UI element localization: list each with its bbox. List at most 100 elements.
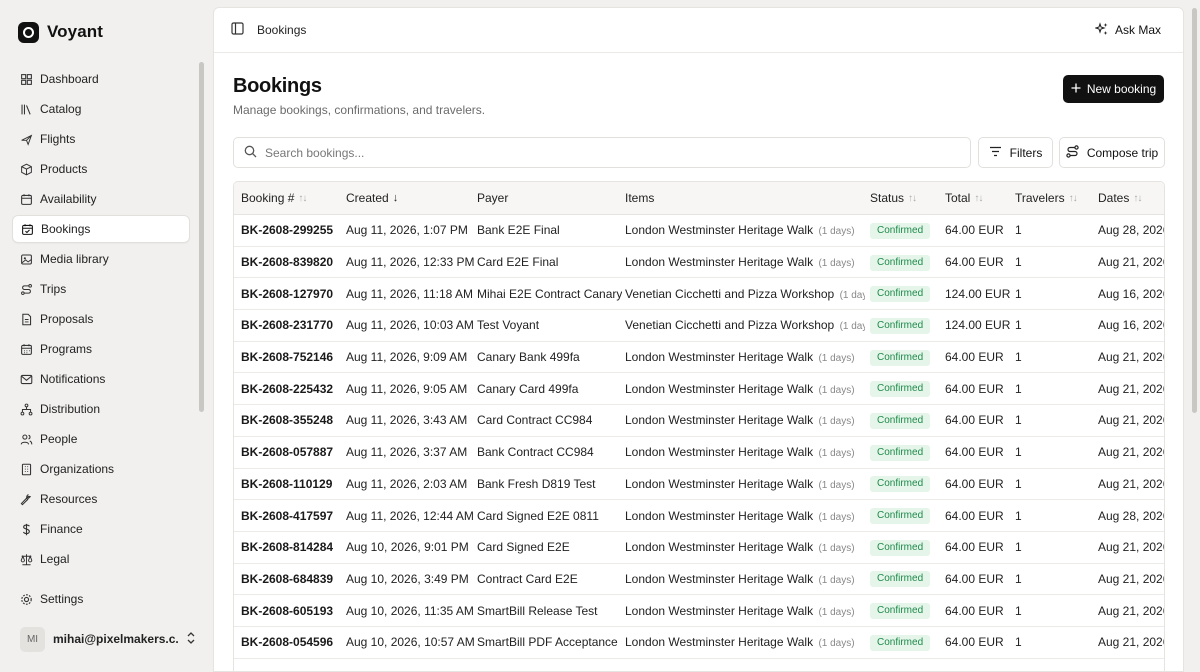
sidebar-item-catalog[interactable]: Catalog — [12, 95, 190, 123]
sidebar-item-people[interactable]: People — [12, 425, 190, 453]
payer-name: Bank E2E Final — [477, 223, 560, 238]
column-label: Travelers — [1015, 191, 1065, 205]
booking-number[interactable]: BK-2608-299255 — [241, 223, 333, 237]
sidebar-item-availability[interactable]: Availability — [12, 185, 190, 213]
payer-name: Test Voyant — [477, 318, 540, 333]
table-row[interactable]: BK-2608-299255 Aug 11, 2026, 1:07 PM Bank … — [234, 215, 1164, 247]
status-cell: Confirmed — [870, 380, 931, 398]
breadcrumb[interactable]: Bookings — [257, 23, 306, 37]
travelers-count: 1 — [1015, 603, 1022, 618]
sidebar-item-dashboard[interactable]: Dashboard — [12, 65, 190, 93]
item-cell: London Westminster Heritage Walk (1 days… — [625, 540, 865, 554]
table-row[interactable]: BK-2608-605193 Aug 10, 2026, 11:35 AM Smar… — [234, 595, 1164, 627]
filters-button[interactable]: Filters — [978, 137, 1053, 168]
status-badge: Confirmed — [870, 476, 931, 493]
booking-number[interactable]: BK-2608-054596 — [241, 635, 333, 649]
column-header-travelers[interactable]: Travelers ↑↓ — [1015, 191, 1078, 205]
sidebar-item-finance[interactable]: Finance — [12, 515, 190, 543]
total-amount: 64.00 EUR — [945, 255, 1004, 270]
status-cell: Confirmed — [870, 254, 931, 271]
item-cell: London Westminster Heritage Walk (1 days… — [625, 604, 865, 618]
status-cell: Confirmed — [870, 412, 931, 429]
payer-name: Card Contract CC984 — [477, 413, 593, 428]
sidebar-nav: Dashboard Catalog Flights Products Availabil… — [12, 65, 190, 575]
table-row[interactable]: BK-2608-417597 Aug 11, 2026, 12:44 AM Card… — [234, 500, 1164, 532]
booking-number[interactable]: BK-2608-605193 — [241, 604, 333, 618]
calendar-icon — [19, 192, 33, 206]
booking-number[interactable]: BK-2608-231770 — [241, 318, 333, 332]
sidebar-item-trips[interactable]: Trips — [12, 275, 190, 303]
sidebar: Voyant Dashboard Catalog Flights Products Av… — [0, 0, 206, 672]
brand[interactable]: Voyant — [18, 20, 103, 44]
sidebar-item-programs[interactable]: Programs — [12, 335, 190, 363]
booking-number[interactable]: BK-2608-057887 — [241, 445, 333, 459]
search-input[interactable] — [265, 145, 945, 160]
sidebar-scrollbar[interactable] — [199, 62, 204, 412]
sidebar-item-label: Organizations — [40, 462, 115, 476]
sidebar-item-notifications[interactable]: Notifications — [12, 365, 190, 393]
column-header-created[interactable]: Created ↓ — [346, 191, 398, 205]
table-row[interactable]: BK-2608-054596 Aug 10, 2026, 10:57 AM Smar… — [234, 627, 1164, 659]
item-duration: (1 days) — [818, 384, 855, 396]
table-row[interactable]: BK-2608-231770 Aug 11, 2026, 10:03 AM Test… — [234, 310, 1164, 342]
sidebar-item-resources[interactable]: Resources — [12, 485, 190, 513]
booking-number[interactable]: BK-2608-110129 — [241, 477, 332, 491]
sidebar-item-settings[interactable]: Settings — [12, 585, 190, 613]
sidebar-item-media-library[interactable]: Media library — [12, 245, 190, 273]
sidebar-item-legal[interactable]: Legal — [12, 545, 190, 573]
plane-icon — [19, 132, 33, 146]
item-name: London Westminster Heritage Walk — [625, 571, 814, 586]
ask-max-button[interactable]: Ask Max — [1094, 21, 1161, 39]
table-row[interactable]: BK-2608-225432 Aug 11, 2026, 9:05 AM Canar… — [234, 373, 1165, 406]
total-amount: 64.00 EUR — [945, 540, 1004, 555]
sidebar-item-label: Products — [40, 162, 88, 176]
created-date: Aug 11, 2026, 3:37 AM — [346, 445, 468, 460]
table-row[interactable]: BK-2608-684839 Aug 10, 2026, 3:49 PM Contr… — [234, 564, 1164, 596]
table-row[interactable]: BK-2608-110129 Aug 11, 2026, 2:03 AM Bank … — [234, 469, 1164, 501]
compose-trip-button[interactable]: Compose trip — [1059, 137, 1165, 168]
booking-number[interactable]: BK-2608-127970 — [241, 287, 333, 301]
sidebar-toggle-icon[interactable] — [231, 22, 244, 38]
column-label: Created — [346, 191, 389, 205]
sidebar-item-proposals[interactable]: Proposals — [12, 305, 190, 333]
user-menu[interactable]: MI mihai@pixelmakers.c... — [12, 624, 196, 654]
created-date: Aug 10, 2026, 11:35 AM — [346, 603, 474, 618]
booking-number[interactable]: BK-2608-417597 — [241, 509, 333, 523]
table-row[interactable]: BK-2608-355248 Aug 11, 2026, 3:43 AM Card … — [234, 405, 1164, 437]
sidebar-item-flights[interactable]: Flights — [12, 125, 190, 153]
column-header-status[interactable]: Status ↑↓ — [870, 191, 917, 205]
table-row[interactable]: BK-2608-839820 Aug 11, 2026, 12:33 PM Card… — [234, 247, 1164, 279]
search-box[interactable] — [233, 137, 971, 168]
sidebar-item-distribution[interactable]: Distribution — [12, 395, 190, 423]
item-cell: Venetian Cicchetti and Pizza Workshop (1… — [625, 287, 865, 301]
column-header-total[interactable]: Total ↑↓ — [945, 191, 983, 205]
total-amount: 64.00 EUR — [945, 350, 1004, 365]
ask-max-label: Ask Max — [1114, 23, 1161, 37]
booking-number[interactable]: BK-2608-684839 — [241, 572, 333, 586]
new-booking-label: New booking — [1086, 82, 1157, 96]
table-row[interactable]: BK-2608-752146 Aug 11, 2026, 9:09 AM Canar… — [234, 342, 1164, 374]
item-cell: London Westminster Heritage Walk (1 days… — [625, 572, 865, 586]
trip-dates: Aug 16, 2026 — [1098, 286, 1165, 301]
table-row[interactable]: BK-2608-814284 Aug 10, 2026, 9:01 PM Card … — [234, 532, 1164, 564]
sidebar-item-products[interactable]: Products — [12, 155, 190, 183]
booking-number[interactable]: BK-2608-814284 — [241, 540, 333, 554]
booking-number[interactable]: BK-2608-355248 — [241, 413, 333, 427]
new-booking-button[interactable]: New booking — [1063, 75, 1164, 103]
trip-dates: Aug 21, 2026 — [1098, 476, 1165, 491]
item-cell: London Westminster Heritage Walk (1 days… — [625, 382, 865, 396]
item-name: London Westminster Heritage Walk — [625, 350, 814, 365]
table-row[interactable]: BK-2608-127970 Aug 11, 2026, 11:18 AM Miha… — [234, 278, 1165, 311]
booking-number[interactable]: BK-2608-839820 — [241, 255, 333, 269]
booking-number[interactable]: BK-2608-752146 — [241, 350, 333, 364]
sidebar-item-organizations[interactable]: Organizations — [12, 455, 190, 483]
travelers-count: 1 — [1015, 445, 1022, 460]
booking-number[interactable]: BK-2608-225432 — [241, 382, 333, 396]
sidebar-item-bookings[interactable]: Bookings — [12, 215, 190, 243]
table-row[interactable]: BK-2608-057887 Aug 11, 2026, 3:37 AM Bank … — [234, 437, 1164, 469]
page-scrollbar[interactable] — [1192, 8, 1197, 413]
column-header-booking[interactable]: Booking # ↑↓ — [241, 191, 307, 205]
item-cell: London Westminster Heritage Walk (1 days… — [625, 350, 865, 364]
column-header-dates[interactable]: Dates ↑↓ — [1098, 191, 1164, 205]
trip-dates: Aug 21, 2026 — [1098, 381, 1165, 396]
